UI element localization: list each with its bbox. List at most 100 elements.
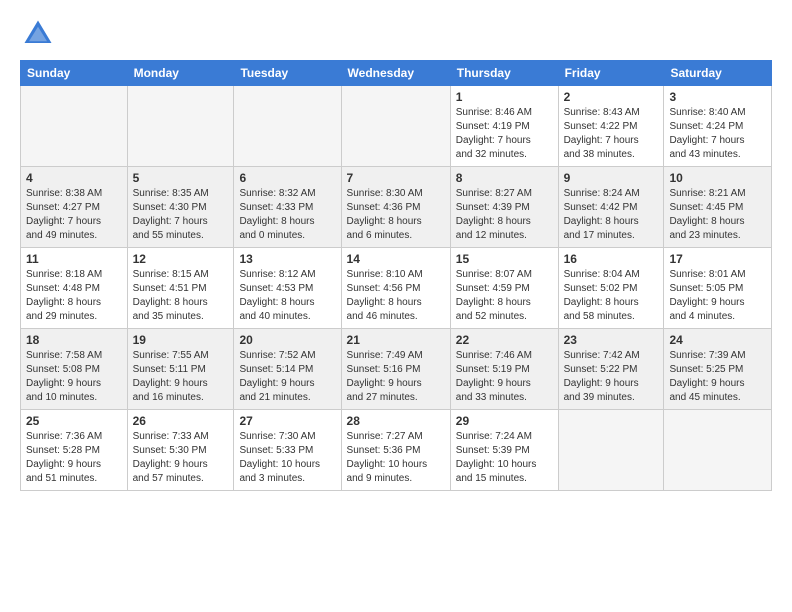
day-info: Sunrise: 8:35 AM Sunset: 4:30 PM Dayligh… — [133, 187, 229, 243]
day-info: Sunrise: 7:52 AM Sunset: 5:14 PM Dayligh… — [239, 349, 335, 405]
day-info: Sunrise: 8:46 AM Sunset: 4:19 PM Dayligh… — [456, 106, 553, 162]
day-number: 28 — [347, 414, 445, 428]
day-info: Sunrise: 8:40 AM Sunset: 4:24 PM Dayligh… — [669, 106, 766, 162]
calendar-header-row: Sunday Monday Tuesday Wednesday Thursday… — [21, 61, 772, 86]
day-info: Sunrise: 8:38 AM Sunset: 4:27 PM Dayligh… — [26, 187, 122, 243]
table-row: 3 Sunrise: 8:40 AM Sunset: 4:24 PM Daylig… — [664, 86, 772, 167]
table-row: 16 Sunrise: 8:04 AM Sunset: 5:02 PM Dayli… — [558, 248, 664, 329]
day-number: 26 — [133, 414, 229, 428]
day-number: 5 — [133, 171, 229, 185]
day-number: 3 — [669, 90, 766, 104]
table-row: 2Sunrise: 8:43 AM Sunset: 4:22 PM Daylig… — [558, 86, 664, 167]
col-sunday: Sunday — [21, 61, 128, 86]
day-info: Sunrise: 7:30 AM Sunset: 5:33 PM Dayligh… — [239, 430, 335, 486]
table-row: 19 Sunrise: 7:55 AM Sunset: 5:11 PM Dayli… — [127, 329, 234, 410]
logo — [20, 16, 60, 52]
day-info: Sunrise: 7:24 AM Sunset: 5:39 PM Dayligh… — [456, 430, 553, 486]
table-row: 5 Sunrise: 8:35 AM Sunset: 4:30 PM Daylig… — [127, 167, 234, 248]
table-row: 20 Sunrise: 7:52 AM Sunset: 5:14 PM Dayli… — [234, 329, 341, 410]
day-number: 19 — [133, 333, 229, 347]
col-saturday: Saturday — [664, 61, 772, 86]
table-row: 6 Sunrise: 8:32 AM Sunset: 4:33 PM Daylig… — [234, 167, 341, 248]
col-tuesday: Tuesday — [234, 61, 341, 86]
table-row: 22 Sunrise: 7:46 AM Sunset: 5:19 PM Dayli… — [450, 329, 558, 410]
table-row: 14 Sunrise: 8:10 AM Sunset: 4:56 PM Dayli… — [341, 248, 450, 329]
day-number: 8 — [456, 171, 553, 185]
calendar-week-row: 11Sunrise: 8:18 AM Sunset: 4:48 PM Dayli… — [21, 248, 772, 329]
table-row — [664, 410, 772, 491]
col-thursday: Thursday — [450, 61, 558, 86]
day-number: 1 — [456, 90, 553, 104]
table-row: 8Sunrise: 8:27 AM Sunset: 4:39 PM Daylig… — [450, 167, 558, 248]
day-info: Sunrise: 8:10 AM Sunset: 4:56 PM Dayligh… — [347, 268, 445, 324]
day-number: 17 — [669, 252, 766, 266]
day-info: Sunrise: 8:01 AM Sunset: 5:05 PM Dayligh… — [669, 268, 766, 324]
table-row: 17 Sunrise: 8:01 AM Sunset: 5:05 PM Dayli… — [664, 248, 772, 329]
day-info: Sunrise: 7:27 AM Sunset: 5:36 PM Dayligh… — [347, 430, 445, 486]
day-info: Sunrise: 7:42 AM Sunset: 5:22 PM Dayligh… — [564, 349, 659, 405]
day-info: Sunrise: 8:24 AM Sunset: 4:42 PM Dayligh… — [564, 187, 659, 243]
day-number: 20 — [239, 333, 335, 347]
day-number: 29 — [456, 414, 553, 428]
day-info: Sunrise: 8:21 AM Sunset: 4:45 PM Dayligh… — [669, 187, 766, 243]
calendar-week-row: 4 Sunrise: 8:38 AM Sunset: 4:27 PM Daylig… — [21, 167, 772, 248]
day-number: 13 — [239, 252, 335, 266]
day-number: 10 — [669, 171, 766, 185]
table-row: 4 Sunrise: 8:38 AM Sunset: 4:27 PM Daylig… — [21, 167, 128, 248]
day-info: Sunrise: 8:04 AM Sunset: 5:02 PM Dayligh… — [564, 268, 659, 324]
table-row: 24 Sunrise: 7:39 AM Sunset: 5:25 PM Dayli… — [664, 329, 772, 410]
col-wednesday: Wednesday — [341, 61, 450, 86]
day-number: 24 — [669, 333, 766, 347]
table-row: 10 Sunrise: 8:21 AM Sunset: 4:45 PM Dayli… — [664, 167, 772, 248]
day-info: Sunrise: 7:55 AM Sunset: 5:11 PM Dayligh… — [133, 349, 229, 405]
day-number: 14 — [347, 252, 445, 266]
day-number: 23 — [564, 333, 659, 347]
table-row — [558, 410, 664, 491]
calendar-week-row: 25 Sunrise: 7:36 AM Sunset: 5:28 PM Dayli… — [21, 410, 772, 491]
calendar-week-row: 18 Sunrise: 7:58 AM Sunset: 5:08 PM Dayli… — [21, 329, 772, 410]
day-number: 6 — [239, 171, 335, 185]
table-row: 26 Sunrise: 7:33 AM Sunset: 5:30 PM Dayli… — [127, 410, 234, 491]
table-row: 29 Sunrise: 7:24 AM Sunset: 5:39 PM Dayli… — [450, 410, 558, 491]
day-info: Sunrise: 8:07 AM Sunset: 4:59 PM Dayligh… — [456, 268, 553, 324]
day-info: Sunrise: 7:39 AM Sunset: 5:25 PM Dayligh… — [669, 349, 766, 405]
day-info: Sunrise: 7:36 AM Sunset: 5:28 PM Dayligh… — [26, 430, 122, 486]
col-friday: Friday — [558, 61, 664, 86]
day-info: Sunrise: 7:46 AM Sunset: 5:19 PM Dayligh… — [456, 349, 553, 405]
table-row: 21Sunrise: 7:49 AM Sunset: 5:16 PM Dayli… — [341, 329, 450, 410]
day-info: Sunrise: 8:12 AM Sunset: 4:53 PM Dayligh… — [239, 268, 335, 324]
table-row — [234, 86, 341, 167]
table-row: 13 Sunrise: 8:12 AM Sunset: 4:53 PM Dayli… — [234, 248, 341, 329]
table-row: 9 Sunrise: 8:24 AM Sunset: 4:42 PM Daylig… — [558, 167, 664, 248]
day-number: 15 — [456, 252, 553, 266]
day-info: Sunrise: 8:32 AM Sunset: 4:33 PM Dayligh… — [239, 187, 335, 243]
table-row: 27 Sunrise: 7:30 AM Sunset: 5:33 PM Dayli… — [234, 410, 341, 491]
day-info: Sunrise: 8:30 AM Sunset: 4:36 PM Dayligh… — [347, 187, 445, 243]
calendar-week-row: 1 Sunrise: 8:46 AM Sunset: 4:19 PM Daylig… — [21, 86, 772, 167]
day-number: 25 — [26, 414, 122, 428]
table-row — [127, 86, 234, 167]
table-row: 18 Sunrise: 7:58 AM Sunset: 5:08 PM Dayli… — [21, 329, 128, 410]
day-number: 27 — [239, 414, 335, 428]
day-number: 22 — [456, 333, 553, 347]
table-row: 1 Sunrise: 8:46 AM Sunset: 4:19 PM Daylig… — [450, 86, 558, 167]
day-number: 2 — [564, 90, 659, 104]
day-number: 18 — [26, 333, 122, 347]
table-row: 15 Sunrise: 8:07 AM Sunset: 4:59 PM Dayli… — [450, 248, 558, 329]
col-monday: Monday — [127, 61, 234, 86]
day-number: 21 — [347, 333, 445, 347]
day-number: 4 — [26, 171, 122, 185]
day-number: 9 — [564, 171, 659, 185]
calendar-table: Sunday Monday Tuesday Wednesday Thursday… — [20, 60, 772, 491]
day-info: Sunrise: 7:33 AM Sunset: 5:30 PM Dayligh… — [133, 430, 229, 486]
table-row: 23 Sunrise: 7:42 AM Sunset: 5:22 PM Dayli… — [558, 329, 664, 410]
table-row — [341, 86, 450, 167]
header — [20, 16, 772, 52]
day-info: Sunrise: 8:15 AM Sunset: 4:51 PM Dayligh… — [133, 268, 229, 324]
day-info: Sunrise: 8:18 AM Sunset: 4:48 PM Dayligh… — [26, 268, 122, 324]
day-number: 7 — [347, 171, 445, 185]
table-row — [21, 86, 128, 167]
table-row: 25 Sunrise: 7:36 AM Sunset: 5:28 PM Dayli… — [21, 410, 128, 491]
day-number: 16 — [564, 252, 659, 266]
day-info: Sunrise: 7:58 AM Sunset: 5:08 PM Dayligh… — [26, 349, 122, 405]
